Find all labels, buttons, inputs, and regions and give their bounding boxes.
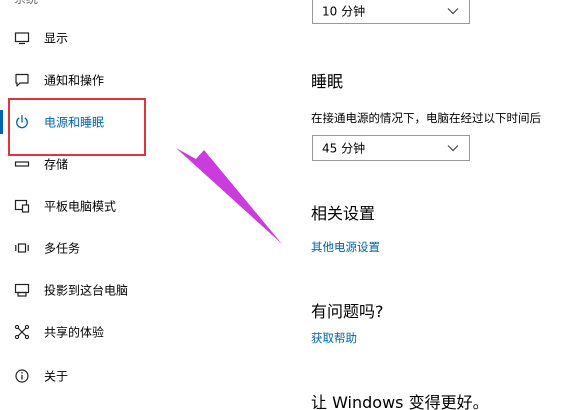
dropdown-value: 45 分钟: [322, 141, 366, 156]
settings-window: 系统 显示 通知和操作: [0, 0, 584, 410]
sidebar-item-shared-experiences[interactable]: 共享的体验: [0, 312, 290, 352]
chevron-down-icon: [447, 145, 459, 152]
monitor-icon: [14, 30, 30, 46]
sidebar-item-label: 通知和操作: [44, 73, 105, 88]
additional-power-settings-link[interactable]: 其他电源设置: [311, 240, 380, 254]
sidebar-item-display[interactable]: 显示: [0, 18, 290, 58]
dropdown-value: 10 分钟: [322, 4, 366, 19]
sidebar-item-tablet-mode[interactable]: 平板电脑模式: [0, 186, 290, 226]
sidebar-item-label: 平板电脑模式: [44, 199, 117, 214]
sidebar-item-label: 投影到这台电脑: [44, 283, 129, 298]
sidebar-item-notifications[interactable]: 通知和操作: [0, 60, 290, 100]
sidebar: 系统 显示 通知和操作: [0, 0, 290, 410]
main-content: 10 分钟 睡眠 在接通电源的情况下，电脑在经过以下时间后 45 分钟 相关设置…: [290, 0, 584, 410]
sidebar-item-label: 多任务: [44, 241, 81, 256]
sidebar-item-label: 关于: [44, 369, 69, 384]
info-icon: [14, 368, 30, 384]
sleep-title: 睡眠: [311, 72, 344, 91]
sidebar-item-label: 共享的体验: [44, 325, 105, 340]
question-title: 有问题吗?: [311, 302, 384, 321]
storage-icon: [14, 156, 30, 172]
screen-timeout-dropdown[interactable]: 10 分钟: [312, 0, 470, 24]
get-help-link[interactable]: 获取帮助: [311, 331, 357, 345]
project-icon: [14, 282, 30, 298]
sidebar-item-multitasking[interactable]: 多任务: [0, 228, 290, 268]
sidebar-item-label: 显示: [44, 31, 69, 46]
sidebar-header: 系统: [14, 0, 38, 6]
sleep-timeout-dropdown[interactable]: 45 分钟: [312, 135, 470, 161]
sidebar-item-about[interactable]: 关于: [0, 356, 290, 396]
improve-windows-title: 让 Windows 变得更好。: [311, 393, 489, 410]
multitasking-icon: [14, 240, 30, 256]
related-settings-title: 相关设置: [311, 204, 376, 223]
notification-icon: [14, 72, 30, 88]
shared-experience-icon: [14, 324, 30, 340]
chevron-down-icon: [447, 8, 459, 15]
tablet-mode-icon: [14, 198, 30, 214]
sleep-description: 在接通电源的情况下，电脑在经过以下时间后: [311, 111, 541, 125]
sidebar-item-storage[interactable]: 存储: [0, 144, 290, 184]
sidebar-item-project[interactable]: 投影到这台电脑: [0, 270, 290, 310]
sidebar-item-label: 存储: [44, 157, 69, 172]
